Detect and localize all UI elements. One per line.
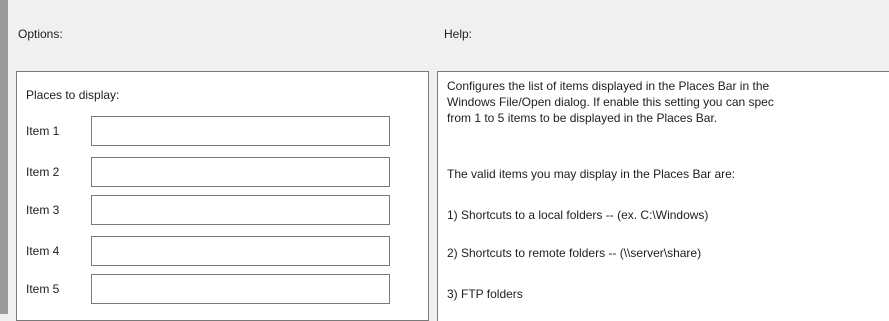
item-5-field[interactable] xyxy=(91,274,390,304)
help-line: Configures the list of items displayed i… xyxy=(447,79,770,93)
item-label: Item 1 xyxy=(26,124,60,138)
options-label: Options: xyxy=(18,27,63,41)
item-label: Item 5 xyxy=(26,282,60,296)
item-3-field[interactable] xyxy=(91,195,390,225)
item-1-field[interactable] xyxy=(91,116,390,146)
help-paragraph-ftp-folders: 3) FTP folders xyxy=(447,286,889,302)
help-label: Help: xyxy=(444,27,473,41)
help-line: 2) Shortcuts to remote folders -- (\\ser… xyxy=(447,246,702,260)
help-paragraph-valid-items: The valid items you may display in the P… xyxy=(447,166,889,182)
item-row-2: Item 2 xyxy=(17,157,428,187)
item-label: Item 4 xyxy=(26,244,60,258)
places-to-display-label: Places to display: xyxy=(26,88,120,102)
item-row-4: Item 4 xyxy=(17,236,428,266)
options-panel: Places to display: Item 1 Item 2 Item 3 … xyxy=(16,71,429,321)
help-paragraph-local-folders: 1) Shortcuts to a local folders -- (ex. … xyxy=(447,207,889,223)
item-4-field[interactable] xyxy=(91,236,390,266)
item-row-5: Item 5 xyxy=(17,274,428,304)
help-line: The valid items you may display in the P… xyxy=(447,167,736,181)
help-line: from 1 to 5 items to be displayed in the… xyxy=(447,111,718,125)
help-panel[interactable]: Configures the list of items displayed i… xyxy=(437,71,889,321)
item-row-3: Item 3 xyxy=(17,195,428,225)
item-row-1: Item 1 xyxy=(17,116,428,146)
help-line: 1) Shortcuts to a local folders -- (ex. … xyxy=(447,208,709,222)
help-line: Windows File/Open dialog. If enable this… xyxy=(447,95,774,109)
help-paragraph-intro: Configures the list of items displayed i… xyxy=(447,78,889,126)
item-label: Item 2 xyxy=(26,165,60,179)
help-paragraph-remote-folders: 2) Shortcuts to remote folders -- (\\ser… xyxy=(447,245,889,261)
help-line: 3) FTP folders xyxy=(447,287,523,301)
window-left-edge xyxy=(0,0,8,314)
item-label: Item 3 xyxy=(26,203,60,217)
item-2-field[interactable] xyxy=(91,157,390,187)
